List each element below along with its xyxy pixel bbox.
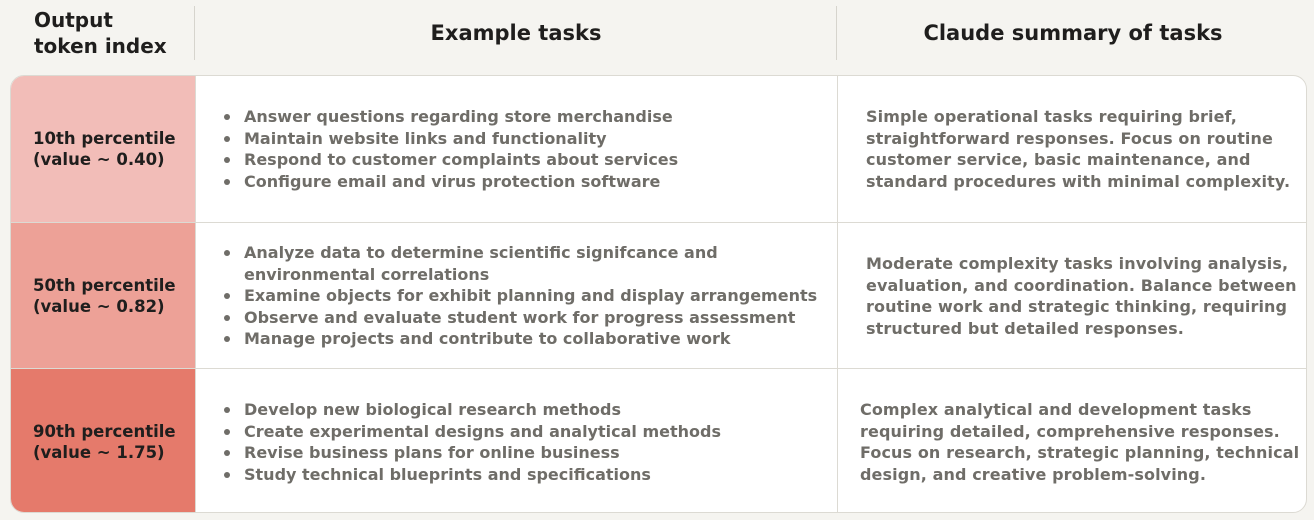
row-index-label: 50th percentile (value ~ 0.82) [33, 276, 176, 316]
task-list: Answer questions regarding store merchan… [196, 106, 678, 192]
table-row: 10th percentile (value ~ 0.40) Answer qu… [11, 76, 1306, 222]
table-row: 50th percentile (value ~ 0.82) Analyze d… [11, 222, 1306, 369]
header-divider [194, 6, 195, 60]
task-list: Develop new biological research methods … [196, 399, 721, 485]
table-header: Output token index Example tasks Claude … [0, 0, 1314, 64]
page: Output token index Example tasks Claude … [0, 0, 1314, 520]
list-item: Configure email and virus protection sof… [224, 171, 678, 193]
header-claude-summary: Claude summary of tasks [838, 6, 1308, 60]
row-index-label: 90th percentile (value ~ 1.75) [33, 422, 176, 462]
list-item: Revise business plans for online busines… [224, 442, 721, 464]
row-summary-cell: Complex analytical and development tasks… [837, 369, 1306, 512]
row-index-cell: 10th percentile (value ~ 0.40) [11, 76, 195, 222]
list-item: Manage projects and contribute to collab… [224, 328, 837, 350]
row-summary-text: Moderate complexity tasks involving anal… [866, 254, 1297, 338]
list-item: Examine objects for exhibit planning and… [224, 285, 837, 307]
header-divider [836, 6, 837, 60]
header-examples-label: Example tasks [430, 21, 602, 45]
header-output-token-index: Output token index [34, 6, 194, 60]
list-item: Study technical blueprints and specifica… [224, 464, 721, 486]
header-example-tasks: Example tasks [196, 6, 836, 60]
row-examples-cell: Analyze data to determine scientific sig… [195, 223, 837, 369]
row-index-cell: 50th percentile (value ~ 0.82) [11, 223, 195, 369]
list-item: Respond to customer complaints about ser… [224, 149, 678, 171]
list-item: Answer questions regarding store merchan… [224, 106, 678, 128]
list-item: Maintain website links and functionality [224, 128, 678, 150]
list-item: Develop new biological research methods [224, 399, 721, 421]
header-index-label: Output token index [34, 8, 167, 58]
row-summary-text: Complex analytical and development tasks… [860, 400, 1300, 484]
row-index-label: 10th percentile (value ~ 0.40) [33, 129, 176, 169]
row-summary-cell: Moderate complexity tasks involving anal… [837, 223, 1306, 369]
row-examples-cell: Answer questions regarding store merchan… [195, 76, 837, 222]
list-item: Observe and evaluate student work for pr… [224, 307, 837, 329]
row-examples-cell: Develop new biological research methods … [195, 369, 837, 512]
task-list: Analyze data to determine scientific sig… [196, 242, 837, 350]
row-summary-cell: Simple operational tasks requiring brief… [837, 76, 1306, 222]
percentile-table: 10th percentile (value ~ 0.40) Answer qu… [10, 75, 1307, 513]
list-item: Create experimental designs and analytic… [224, 421, 721, 443]
header-summary-label: Claude summary of tasks [923, 21, 1223, 45]
row-summary-text: Simple operational tasks requiring brief… [866, 107, 1291, 191]
table-row: 90th percentile (value ~ 1.75) Develop n… [11, 368, 1306, 512]
row-index-cell: 90th percentile (value ~ 1.75) [11, 369, 195, 512]
list-item: Analyze data to determine scientific sig… [224, 242, 837, 285]
